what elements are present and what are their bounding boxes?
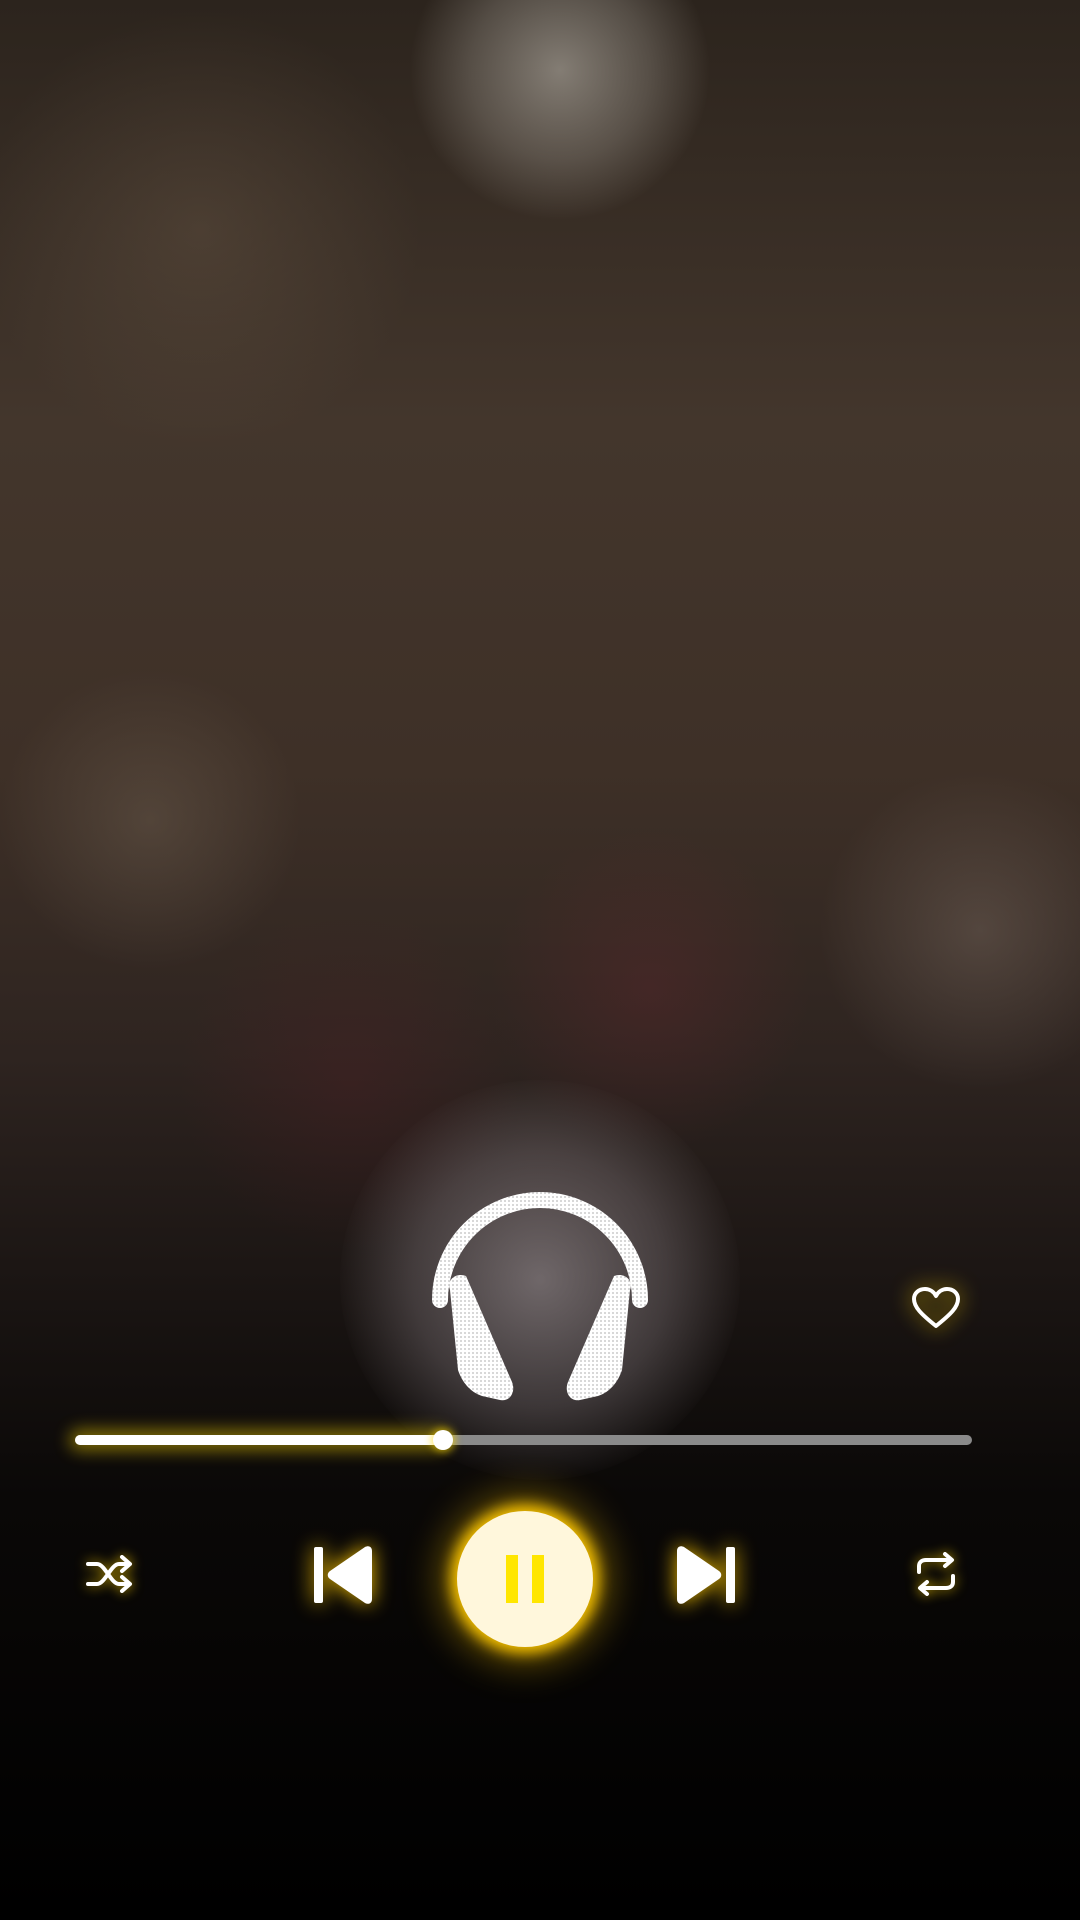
skip-next-icon [677, 1546, 735, 1604]
next-button[interactable] [664, 1540, 744, 1610]
previous-button[interactable] [305, 1540, 385, 1610]
music-player-screen [0, 0, 1080, 1920]
progress-fill [75, 1435, 443, 1445]
shuffle-icon [86, 1555, 132, 1593]
heart-icon [912, 1287, 960, 1328]
skip-previous-icon [314, 1546, 372, 1604]
play-pause-button[interactable] [457, 1511, 593, 1647]
repeat-icon [917, 1552, 955, 1596]
favorite-button[interactable] [906, 1280, 966, 1336]
album-art [420, 1160, 660, 1420]
progress-thumb[interactable] [432, 1430, 453, 1450]
pause-icon [506, 1555, 544, 1603]
progress-bar[interactable] [75, 1430, 972, 1450]
shuffle-button[interactable] [80, 1550, 140, 1598]
repeat-button[interactable] [906, 1550, 966, 1598]
headphones-icon [432, 1192, 648, 1401]
